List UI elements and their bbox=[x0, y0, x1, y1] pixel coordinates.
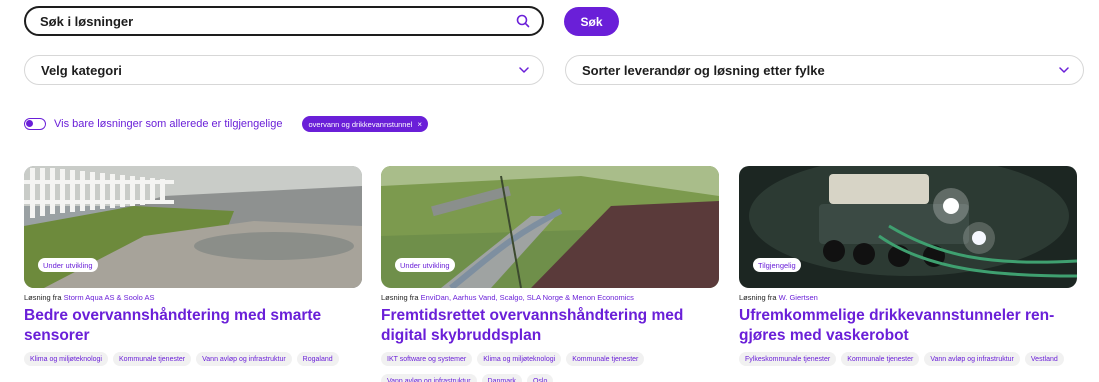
tag[interactable]: Vann avløp og infrastruktur bbox=[381, 374, 477, 382]
tag-list: IKT software og systemer Klima og miljøt… bbox=[381, 352, 719, 382]
vendor-line: Løsning fra EnviDan, Aarhus Vand, Scalgo… bbox=[381, 293, 719, 302]
tag[interactable]: Rogaland bbox=[296, 352, 339, 366]
category-select-label: Velg kategori bbox=[41, 62, 122, 78]
card-image[interactable]: Tilgjengelig bbox=[739, 166, 1077, 288]
chevron-down-icon bbox=[1057, 63, 1071, 77]
solution-card[interactable]: Under utvikling Løsning fra EnviDan, Aar… bbox=[381, 166, 719, 382]
tag[interactable]: Vann avløp og infrastruktur bbox=[196, 352, 292, 366]
tag[interactable]: Kommunale tjenester bbox=[112, 352, 192, 366]
available-only-label[interactable]: Vis bare løsninger som allerede er tilgj… bbox=[54, 118, 282, 130]
tag[interactable]: Klima og miljøteknologi bbox=[24, 352, 108, 366]
active-filter-chip-label: overvann og drikkevannstunnel bbox=[308, 119, 413, 129]
solution-card[interactable]: Under utvikling Løsning fra Storm Aqua A… bbox=[24, 166, 362, 366]
tag[interactable]: Kommunale tjenester bbox=[841, 352, 920, 366]
filter-row: Vis bare løsninger som allerede er tilgj… bbox=[24, 116, 428, 132]
category-select[interactable]: Velg kategori bbox=[24, 55, 544, 85]
status-badge: Tilgjengelig bbox=[753, 258, 801, 272]
tag[interactable]: Danmark bbox=[481, 374, 522, 382]
status-badge: Under utvikling bbox=[395, 258, 455, 272]
county-select-label: Sorter leverandør og løsning etter fylke bbox=[582, 62, 825, 78]
tag[interactable]: Vann avløp og infrastruktur bbox=[924, 352, 1020, 366]
card-image[interactable]: Under utvikling bbox=[381, 166, 719, 288]
tag[interactable]: Oslo bbox=[526, 374, 554, 382]
close-icon[interactable]: × bbox=[417, 120, 422, 129]
vendor-line: Løsning fra W. Giertsen bbox=[739, 293, 1077, 302]
tag[interactable]: Klima og miljøteknologi bbox=[477, 352, 562, 366]
chevron-down-icon bbox=[517, 63, 531, 77]
card-title[interactable]: Ufremkommelige drikkevannstunneler ren-g… bbox=[739, 306, 1077, 346]
tag[interactable]: IKT software og systemer bbox=[381, 352, 473, 366]
tag-list: Fylkeskommunale tjenester Kommunale tjen… bbox=[739, 352, 1077, 366]
tag[interactable]: Vestland bbox=[1024, 352, 1064, 366]
card-title[interactable]: Bedre overvannshåndtering med smarte sen… bbox=[24, 306, 362, 346]
search-box[interactable] bbox=[24, 6, 544, 36]
search-icon[interactable] bbox=[508, 14, 538, 28]
vendor-prefix: Løsning fra bbox=[739, 293, 779, 302]
card-title[interactable]: Fremtidsrettet overvannshåndtering med d… bbox=[381, 306, 719, 346]
tag[interactable]: Kommunale tjenester bbox=[566, 352, 645, 366]
vendor-prefix: Løsning fra bbox=[24, 293, 64, 302]
status-badge: Under utvikling bbox=[38, 258, 98, 272]
vendor-link[interactable]: Storm Aqua AS & Soolo AS bbox=[64, 293, 155, 302]
county-select[interactable]: Sorter leverandør og løsning etter fylke bbox=[565, 55, 1084, 85]
search-button[interactable]: Søk bbox=[564, 7, 619, 36]
card-image[interactable]: Under utvikling bbox=[24, 166, 362, 288]
search-input[interactable] bbox=[26, 8, 508, 34]
vendor-prefix: Løsning fra bbox=[381, 293, 421, 302]
vendor-link[interactable]: EnviDan, Aarhus Vand, Scalgo, SLA Norge … bbox=[421, 293, 634, 302]
solution-card[interactable]: Tilgjengelig Løsning fra W. Giertsen Ufr… bbox=[739, 166, 1077, 366]
tag-list: Klima og miljøteknologi Kommunale tjenes… bbox=[24, 352, 362, 366]
tag[interactable]: Fylkeskommunale tjenester bbox=[739, 352, 837, 366]
active-filter-chip[interactable]: overvann og drikkevannstunnel × bbox=[302, 116, 428, 132]
available-only-toggle[interactable] bbox=[24, 118, 46, 130]
vendor-line: Løsning fra Storm Aqua AS & Soolo AS bbox=[24, 293, 362, 302]
vendor-link[interactable]: W. Giertsen bbox=[779, 293, 818, 302]
